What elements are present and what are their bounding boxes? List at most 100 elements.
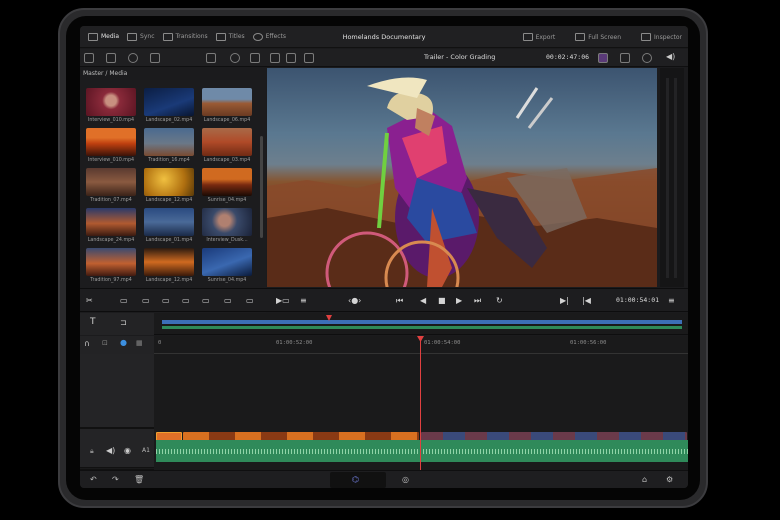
source-overwrite-icon[interactable]: ▭ [224,296,232,306]
cut-page-tab[interactable]: ⌬ [330,472,386,488]
menu-icon[interactable]: ≡ [668,296,675,306]
top-navigation-bar: Media Sync Transitions Titles Effects Ho… [80,26,688,48]
play-icon[interactable]: ▶ [456,296,462,306]
view-options-icon[interactable]: ▦ [136,339,143,347]
media-clip[interactable]: Landscape_01.mp4 [144,208,194,243]
media-clip[interactable]: Landscape_06.mp4 [202,88,252,123]
sort-icon[interactable] [250,53,260,63]
panel-toggle-icon[interactable] [84,53,94,63]
viewer-clip-title: Trailer - Color Grading [424,53,496,61]
meter-toggle-icon[interactable]: ◉ [124,446,131,455]
clip-name: Interview_010.mp4 [87,158,135,163]
media-clip[interactable]: Tradition_97.mp4 [86,248,136,283]
source-clip-icon[interactable] [286,53,296,63]
ripple-overwrite-icon[interactable]: ▭ [162,296,170,306]
refresh-icon[interactable] [128,53,138,63]
text-tool-icon[interactable]: T [90,317,96,327]
play-reverse-icon[interactable]: ◀ [420,296,426,306]
media-clip[interactable]: Landscape_24.mp4 [86,208,136,243]
insert-clip-icon[interactable]: ▭ [120,296,128,306]
cut-page-icon: ⌬ [352,475,359,484]
speaker-icon[interactable]: ◀) [106,446,115,455]
import-icon[interactable] [106,53,116,63]
overview-video-strip [162,320,682,324]
audio-clip[interactable] [156,440,688,462]
place-on-top-icon[interactable]: ▭ [202,296,210,306]
undo-icon[interactable]: ↶ [90,475,97,485]
media-pool-scrollbar[interactable] [260,136,263,238]
append-clip-icon[interactable]: ▭ [142,296,150,306]
media-clip[interactable]: Interview_010.mp4 [86,88,136,123]
clip-name: Sunrise_04.mp4 [207,278,247,283]
timeline-overview[interactable]: T ⊐ [80,313,688,335]
media-clip[interactable]: Tradition_16.mp4 [144,128,194,163]
search-icon[interactable] [230,53,240,63]
meter-bar-right [674,78,677,278]
fullscreen-button[interactable]: Full Screen [575,33,621,41]
settings-dot-icon[interactable]: ◎ [402,475,409,485]
overview-audio-strip [162,326,682,329]
color-wheel-icon[interactable] [642,53,652,63]
close-up-icon[interactable]: ▭ [182,296,190,306]
mark-in-icon[interactable]: ▶| [560,296,569,306]
tab-media[interactable]: Media [88,32,119,41]
mark-out-icon[interactable]: |◀ [582,296,591,306]
home-icon[interactable]: ⌂ [642,475,647,485]
media-clip[interactable]: Landscape_02.mp4 [144,88,194,123]
link-icon[interactable] [150,53,160,63]
tab-sync[interactable]: Sync [127,32,155,41]
timeline-ruler[interactable]: ∩ ⊡ ● ▦ 0 01:00:52:00 01:00:54:00 01:00:… [80,336,688,354]
media-clip[interactable]: Sunrise_04.mp4 [202,168,252,203]
media-clip[interactable]: Sunrise_04.mp4 [202,248,252,283]
clip-thumbnail [144,128,194,156]
magnet-icon[interactable]: ∩ [84,339,90,348]
link-toggle-icon[interactable]: ⊡ [102,339,108,347]
gear-icon[interactable]: ⚙ [666,475,673,485]
viewer-mode-icon[interactable] [270,53,280,63]
tab-effects-label: Effects [265,33,287,40]
playhead-line[interactable] [420,336,421,470]
media-clip[interactable]: Interview_010.mp4 [86,128,136,163]
inspector-button[interactable]: Inspector [641,33,682,41]
go-to-start-icon[interactable]: ⏮ [396,296,403,306]
blade-tool-icon[interactable]: ✂ [86,296,93,306]
tab-sync-label: Sync [140,33,155,40]
clip-name: Interview_Dusk... [206,238,248,243]
jog-wheel-icon[interactable]: ‹●› [348,296,361,306]
stop-icon[interactable]: ■ [438,296,446,306]
sliders-icon[interactable]: ≡ [300,296,307,306]
media-clip[interactable]: Interview_Dusk... [202,208,252,243]
go-to-end-icon[interactable]: ⏭ [474,296,481,306]
media-clip[interactable]: Tradition_07.mp4 [86,168,136,203]
transform-icon[interactable] [620,53,630,63]
speaker-icon[interactable]: ◀) [666,52,676,62]
trim-tool-icon[interactable]: ⊐ [120,318,127,327]
clip-thumbnail [144,208,194,236]
clip-thumbnail [144,88,194,116]
marker-icon[interactable]: ● [120,338,127,347]
lock-icon[interactable]: 🔒︎ [90,447,94,456]
loop-icon[interactable]: ↻ [496,296,503,306]
davinci-resolve-screen: Media Sync Transitions Titles Effects Ho… [80,26,688,488]
media-icon [88,32,98,41]
media-clip[interactable]: Landscape_12.mp4 [144,248,194,283]
tab-effects[interactable]: Effects [252,32,287,41]
clip-thumbnail [86,208,136,236]
color-page-icon[interactable] [598,53,608,63]
replace-clip-icon[interactable]: ▭ [246,296,254,306]
clip-name: Landscape_24.mp4 [87,238,135,243]
media-clip[interactable]: Landscape_03.mp4 [202,128,252,163]
redo-icon[interactable]: ↷ [112,475,119,485]
grid-view-icon[interactable] [206,53,216,63]
overview-tools: T ⊐ [80,313,154,335]
sync-icon [127,32,138,41]
tab-transitions[interactable]: Transitions [162,32,208,41]
export-button[interactable]: Export [522,33,556,41]
export-label: Export [535,33,556,41]
delete-icon[interactable]: 🗑︎ [134,475,144,485]
smart-insert-icon[interactable]: ▶▭ [276,296,290,306]
timeline-view-icon[interactable] [304,53,314,63]
media-clip[interactable]: Landscape_12.mp4 [144,168,194,203]
video-viewer[interactable] [267,68,657,287]
tab-titles[interactable]: Titles [215,32,245,41]
